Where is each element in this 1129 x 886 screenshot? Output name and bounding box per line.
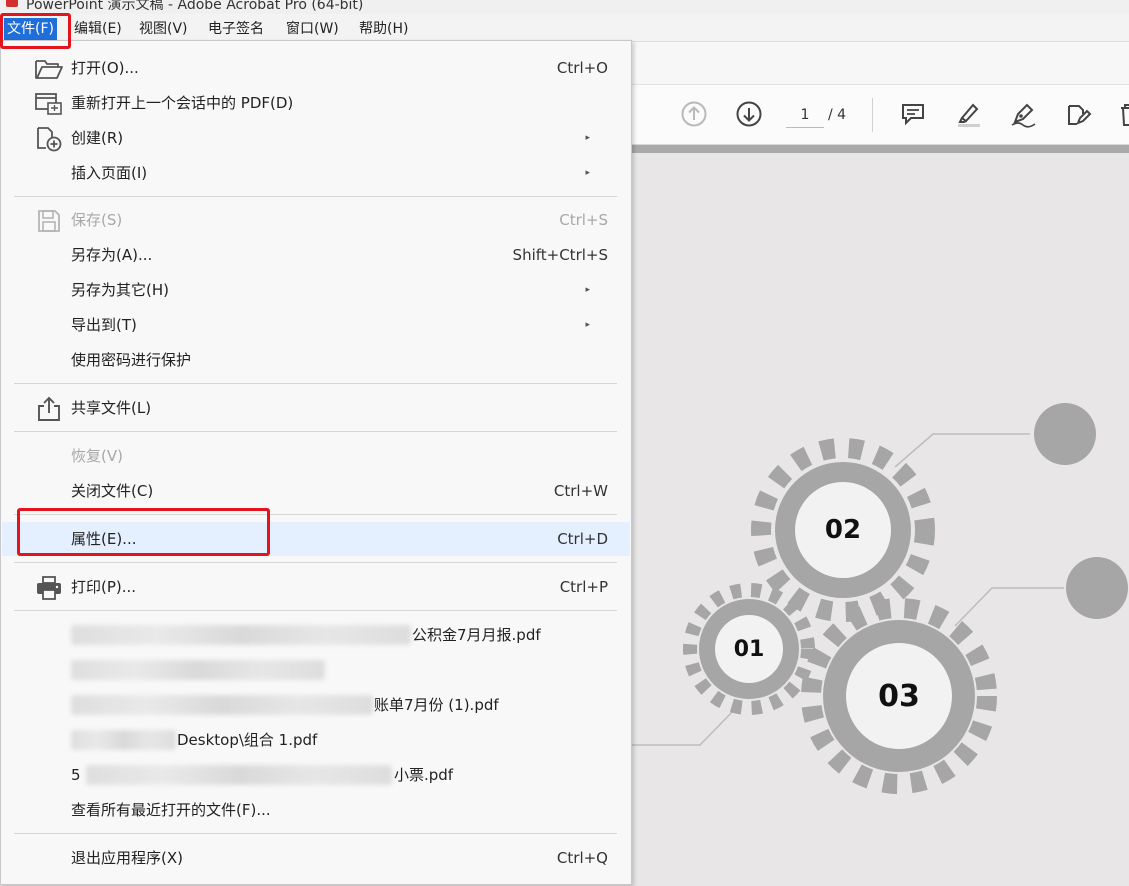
menu-bar: 文件(F) 编辑(E) 视图(V) 电子签名 窗口(W) 帮助(H) bbox=[0, 14, 1129, 42]
gear-label-01: 01 bbox=[733, 637, 765, 662]
menu-divider bbox=[14, 562, 617, 563]
blurred-path bbox=[71, 625, 411, 645]
menu-esign[interactable]: 电子签名 bbox=[205, 18, 267, 40]
menu-item-exit[interactable]: 退出应用程序(X) Ctrl+Q bbox=[2, 842, 630, 874]
pen-draw-icon bbox=[1011, 103, 1036, 128]
menu-item-password-protect[interactable]: 使用密码进行保护 bbox=[2, 344, 630, 376]
menu-window[interactable]: 窗口(W) bbox=[283, 18, 342, 40]
window-title: PowerPoint 演示文稿 - Adobe Acrobat Pro (64-… bbox=[26, 0, 364, 13]
page-total: / 4 bbox=[828, 107, 847, 123]
menu-divider bbox=[14, 514, 617, 515]
edit-text-button[interactable] bbox=[1063, 99, 1093, 129]
reopen-session-icon bbox=[34, 91, 64, 117]
menu-item-print[interactable]: 打印(P)... Ctrl+P bbox=[2, 571, 630, 603]
menu-file[interactable]: 文件(F) bbox=[4, 18, 57, 40]
menu-item-revert: 恢复(V) bbox=[71, 447, 123, 465]
trash-icon bbox=[1121, 104, 1129, 126]
draw-button[interactable] bbox=[1008, 99, 1038, 129]
menu-item-properties[interactable]: 属性(E)... Ctrl+D bbox=[2, 522, 630, 556]
recent-file-item[interactable]: Desktop\组合 1.pdf bbox=[2, 724, 630, 756]
arrow-down-circle-icon bbox=[736, 101, 762, 127]
menu-divider bbox=[14, 431, 617, 432]
menu-item-save: 保存(S) Ctrl+S bbox=[2, 204, 630, 236]
comment-button[interactable] bbox=[898, 99, 928, 129]
comment-icon bbox=[902, 104, 924, 126]
save-icon bbox=[34, 208, 64, 234]
menu-item-insert-pages[interactable]: 插入页面(I) ▸ bbox=[2, 157, 630, 189]
menu-item-view-all-recent[interactable]: 查看所有最近打开的文件(F)... bbox=[2, 794, 630, 826]
menu-item-save-as-other[interactable]: 另存为其它(H) ▸ bbox=[2, 274, 630, 306]
blurred-path bbox=[71, 660, 325, 680]
recent-file-item[interactable]: 5 小票.pdf bbox=[2, 759, 630, 791]
menu-edit[interactable]: 编辑(E) bbox=[71, 18, 125, 40]
menu-help[interactable]: 帮助(H) bbox=[356, 18, 411, 40]
prev-page-button[interactable] bbox=[679, 99, 709, 129]
menu-item-create[interactable]: 创建(R) ▸ bbox=[2, 122, 630, 154]
menu-divider bbox=[14, 196, 617, 197]
menu-divider bbox=[14, 383, 617, 384]
title-bar: PowerPoint 演示文稿 - Adobe Acrobat Pro (64-… bbox=[0, 0, 1129, 14]
submenu-arrow-icon: ▸ bbox=[585, 168, 590, 178]
folder-open-icon bbox=[34, 56, 64, 82]
menu-item-close-file[interactable]: 关闭文件(C) Ctrl+W bbox=[2, 475, 630, 507]
timeline-dot-2 bbox=[1066, 557, 1128, 619]
menu-item-save-as[interactable]: 另存为(A)... Shift+Ctrl+S bbox=[2, 239, 630, 271]
submenu-arrow-icon: ▸ bbox=[585, 133, 590, 143]
submenu-arrow-icon: ▸ bbox=[585, 320, 590, 330]
gear-label-03: 03 bbox=[878, 679, 920, 714]
menu-item-export-to[interactable]: 导出到(T) ▸ bbox=[2, 309, 630, 341]
create-pdf-icon bbox=[34, 126, 64, 152]
menu-item-open[interactable]: 打开(O)... Ctrl+O bbox=[2, 52, 630, 84]
blurred-path bbox=[71, 695, 373, 715]
menu-divider bbox=[14, 833, 617, 834]
print-icon bbox=[34, 575, 64, 601]
blurred-path bbox=[71, 730, 176, 750]
page-number-input[interactable]: 1 bbox=[786, 102, 824, 128]
file-menu-dropdown: 打开(O)... Ctrl+O 重新打开上一个会话中的 PDF(D) 创建(R)… bbox=[0, 40, 632, 885]
menu-item-share-file[interactable]: 共享文件(L) bbox=[2, 392, 630, 424]
delete-button[interactable] bbox=[1114, 99, 1129, 129]
recent-file-item[interactable] bbox=[2, 654, 630, 686]
recent-file-item[interactable]: 账单7月份 (1).pdf bbox=[2, 689, 630, 721]
toolbar-separator bbox=[872, 98, 873, 132]
highlighter-icon bbox=[958, 103, 980, 127]
gear-label-02: 02 bbox=[824, 515, 862, 545]
acrobat-app-icon bbox=[6, 0, 18, 7]
highlight-button[interactable] bbox=[953, 99, 983, 129]
timeline-dot-1 bbox=[1034, 403, 1096, 465]
next-page-button[interactable] bbox=[734, 99, 764, 129]
blurred-path bbox=[86, 765, 392, 785]
submenu-arrow-icon: ▸ bbox=[585, 285, 590, 295]
share-icon bbox=[34, 396, 64, 422]
recent-file-item[interactable]: 公积金7月月报.pdf bbox=[2, 619, 630, 651]
edit-pdf-icon bbox=[1068, 105, 1092, 125]
menu-view[interactable]: 视图(V) bbox=[136, 18, 191, 40]
menu-item-reopen-session[interactable]: 重新打开上一个会话中的 PDF(D) bbox=[2, 87, 630, 119]
arrow-up-circle-icon bbox=[681, 101, 707, 127]
menu-divider bbox=[14, 610, 617, 611]
